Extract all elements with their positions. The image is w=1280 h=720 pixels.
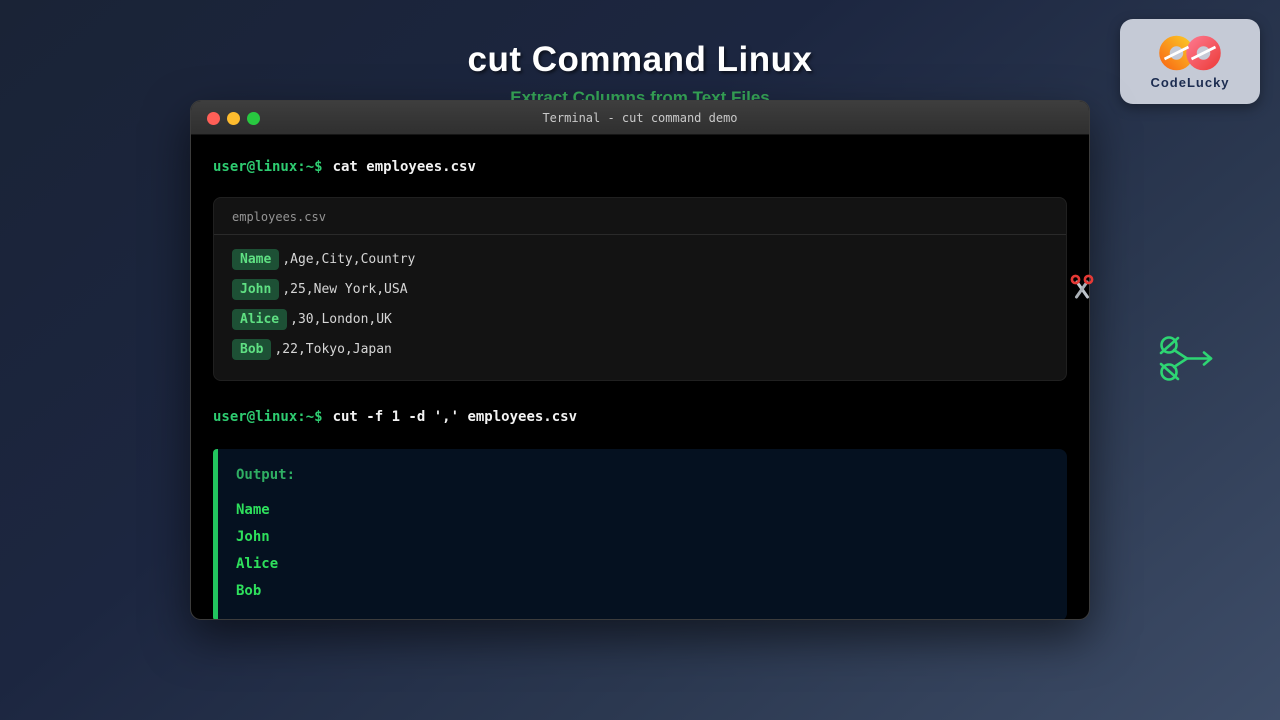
csv-rest-text: ,25,New York,USA	[282, 282, 407, 297]
output-line: Alice	[236, 551, 1067, 578]
csv-rest-text: ,30,London,UK	[290, 312, 392, 327]
command-line-1: user@linux:~$ cat employees.csv	[213, 157, 1067, 177]
shell-prompt: user@linux:~$	[213, 159, 323, 175]
scissors-icon	[1070, 274, 1094, 300]
maximize-button[interactable]	[247, 112, 260, 125]
csv-row: Alice,30,London,UK	[232, 308, 1048, 329]
codelucky-logo-card: CodeLucky	[1120, 19, 1260, 104]
output-line: Bob	[236, 578, 1067, 605]
csv-first-field-badge: Name	[232, 249, 279, 270]
terminal-title: Terminal - cut command demo	[191, 101, 1089, 135]
shell-prompt: user@linux:~$	[213, 409, 323, 425]
close-button[interactable]	[207, 112, 220, 125]
output-label: Output:	[236, 464, 1067, 486]
terminal-window: Terminal - cut command demo user@linux:~…	[190, 100, 1090, 620]
command-text-cat: cat employees.csv	[333, 159, 476, 175]
csv-rest-text: ,Age,City,Country	[282, 252, 415, 267]
csv-row: Name,Age,City,Country	[232, 248, 1048, 269]
csv-first-field-badge: Alice	[232, 309, 287, 330]
page-title: cut Command Linux	[0, 40, 1280, 80]
file-content: Name,Age,City,Country John,25,New York,U…	[214, 235, 1066, 359]
terminal-body: user@linux:~$ cat employees.csv employees…	[191, 135, 1089, 620]
file-name-header: employees.csv	[214, 198, 1066, 235]
window-controls	[207, 112, 260, 125]
codelucky-logo-text: CodeLucky	[1150, 75, 1229, 90]
infinity-icon	[1157, 34, 1223, 72]
csv-rest-text: ,22,Tokyo,Japan	[274, 342, 391, 357]
command-line-2: user@linux:~$ cut -f 1 -d ',' employees.c…	[213, 407, 1067, 427]
csv-row: John,25,New York,USA	[232, 278, 1048, 299]
terminal-titlebar[interactable]: Terminal - cut command demo	[191, 101, 1089, 135]
output-line: John	[236, 524, 1067, 551]
minimize-button[interactable]	[227, 112, 240, 125]
output-panel: Output: Name John Alice Bob	[213, 449, 1067, 620]
csv-row: Bob,22,Tokyo,Japan	[232, 338, 1048, 359]
output-line: Name	[236, 497, 1067, 524]
cut-arrow-icon	[1157, 330, 1217, 386]
file-preview-card: employees.csv Name,Age,City,Country John…	[213, 197, 1067, 381]
csv-first-field-badge: John	[232, 279, 279, 300]
command-text-cut: cut -f 1 -d ',' employees.csv	[333, 409, 577, 425]
csv-first-field-badge: Bob	[232, 339, 271, 360]
